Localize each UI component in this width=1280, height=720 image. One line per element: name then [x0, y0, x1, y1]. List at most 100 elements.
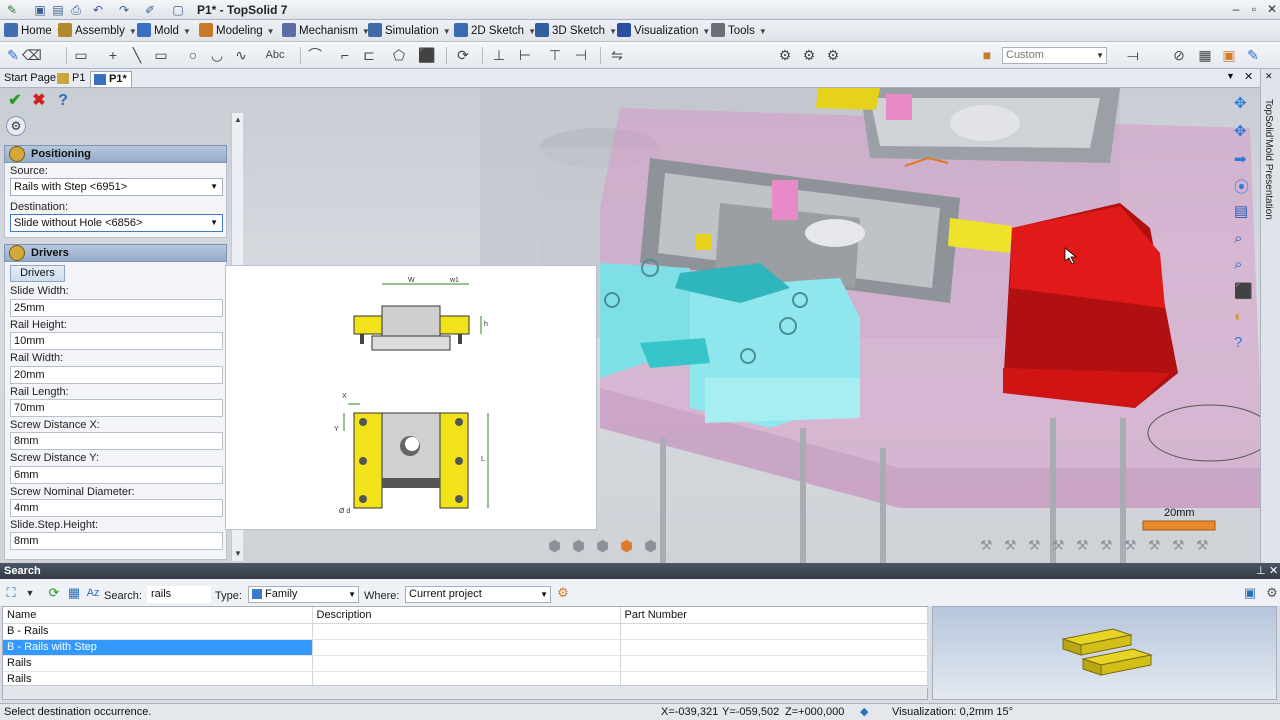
- tab-drivers[interactable]: Drivers: [10, 265, 65, 282]
- driver-field-rail-width[interactable]: 20mm: [10, 366, 223, 384]
- results-horizontal-scrollbar[interactable]: [3, 685, 927, 699]
- mirror-icon[interactable]: ⇋: [608, 46, 626, 64]
- options-wrench-icon[interactable]: ⚙: [6, 116, 26, 136]
- view-tool-1-icon[interactable]: ⚙: [776, 46, 794, 64]
- assembly-tool-10-icon[interactable]: ⚒: [1196, 537, 1209, 554]
- move-icon[interactable]: ➡: [1234, 150, 1247, 168]
- app-logo-icon[interactable]: ✎: [4, 2, 20, 18]
- save-icon[interactable]: ▣: [32, 2, 48, 18]
- fillet-icon[interactable]: ⌒: [306, 46, 324, 64]
- line-icon[interactable]: ╲: [128, 46, 146, 64]
- rotate-icon[interactable]: ⟳: [454, 46, 472, 64]
- table-row[interactable]: B - Rails: [3, 623, 928, 640]
- assembly-tool-7-icon[interactable]: ⚒: [1124, 537, 1137, 554]
- rectangle-icon[interactable]: ▭: [152, 46, 170, 64]
- print-icon[interactable]: ⎙: [68, 2, 84, 18]
- assembly-tool-9-icon[interactable]: ⚒: [1172, 537, 1185, 554]
- snap-icon[interactable]: ⊘: [1170, 46, 1188, 64]
- menu-visualization[interactable]: Visualization ▼: [617, 23, 710, 39]
- zoom-fit-icon[interactable]: ⌕: [1234, 256, 1242, 273]
- highlight-icon[interactable]: ▣: [1220, 46, 1238, 64]
- sort-az-icon[interactable]: Az: [85, 585, 101, 601]
- block-icon[interactable]: ⬛: [418, 46, 436, 64]
- help-question-icon[interactable]: ?: [54, 92, 72, 110]
- menu-home[interactable]: Home▼: [4, 23, 64, 39]
- tab-close-icon[interactable]: ✕: [1244, 70, 1253, 83]
- menu-2d-sketch[interactable]: 2D Sketch ▼: [454, 23, 536, 39]
- assembly-tool-5-icon[interactable]: ⚒: [1076, 537, 1089, 554]
- tab-p1[interactable]: P1: [54, 71, 89, 87]
- search-settings-icon[interactable]: ⚙: [1264, 585, 1280, 601]
- scroll-down-icon[interactable]: ▼: [234, 549, 242, 558]
- view-back-icon[interactable]: ⬢: [644, 537, 657, 555]
- constraint-icon[interactable]: ⊥: [490, 46, 508, 64]
- column-header-part-number[interactable]: Part Number: [620, 607, 928, 624]
- view-iso-icon[interactable]: ⬢: [620, 537, 633, 555]
- save-all-icon[interactable]: ▤: [50, 2, 66, 18]
- search-close-icon[interactable]: ✕: [1269, 563, 1278, 579]
- driver-field-screw-distance-y[interactable]: 6mm: [10, 466, 223, 484]
- ok-icon[interactable]: ✔: [6, 92, 24, 110]
- vertical-icon[interactable]: ⊣: [572, 46, 590, 64]
- spline-icon[interactable]: ∿: [232, 46, 250, 64]
- driver-field-slide-width[interactable]: 25mm: [10, 299, 223, 317]
- explode-icon[interactable]: ⦿: [1234, 176, 1249, 197]
- search-input[interactable]: rails: [147, 586, 211, 603]
- driver-field-screw-distance-x[interactable]: 8mm: [10, 432, 223, 450]
- view-front-icon[interactable]: ⬢: [548, 537, 561, 555]
- pin-icon[interactable]: ⊥: [1256, 563, 1266, 579]
- assembly-tool-3-icon[interactable]: ⚒: [1028, 537, 1041, 554]
- drivers-header[interactable]: Drivers: [4, 244, 227, 262]
- assembly-tool-4-icon[interactable]: ⚒: [1052, 537, 1065, 554]
- pen-tool-icon[interactable]: ✎: [4, 46, 22, 64]
- window-icon[interactable]: ▢: [170, 2, 186, 18]
- redo-icon[interactable]: ↷: [116, 2, 132, 18]
- view-style-select[interactable]: Custom ▼: [1002, 47, 1107, 64]
- column-header-description[interactable]: Description: [312, 607, 621, 624]
- preview-toggle-icon[interactable]: ▣: [1242, 585, 1258, 601]
- assembly-tool-8-icon[interactable]: ⚒: [1148, 537, 1161, 554]
- minimize-icon[interactable]: –: [1228, 1, 1244, 17]
- cube-icon[interactable]: ⬛: [1234, 282, 1253, 300]
- menu-mold[interactable]: Mold ▼: [137, 23, 191, 39]
- menu-modeling[interactable]: Modeling ▼: [199, 23, 275, 39]
- orbit-icon[interactable]: ✥: [1234, 122, 1247, 140]
- grid-icon[interactable]: ▦: [1196, 46, 1214, 64]
- tab-menu-icon[interactable]: ▼: [1226, 71, 1235, 81]
- where-select[interactable]: Current project ▼: [405, 586, 551, 603]
- zoom-icon[interactable]: ⌕: [1234, 230, 1242, 247]
- menu-assembly[interactable]: Assembly ▼: [58, 23, 137, 39]
- column-header-name[interactable]: Name: [3, 607, 313, 624]
- destination-select[interactable]: Slide without Hole <6856> ▼: [10, 214, 223, 232]
- side-panel-label[interactable]: TopSolid'Mold Presentation: [1263, 99, 1274, 220]
- scroll-up-icon[interactable]: ▲: [234, 115, 242, 124]
- horizontal-icon[interactable]: ⊤: [546, 46, 564, 64]
- positioning-header[interactable]: Positioning: [4, 145, 227, 163]
- view-side-icon[interactable]: ⬢: [596, 537, 609, 555]
- close-icon[interactable]: ✕: [1264, 1, 1280, 17]
- undo-icon[interactable]: ↶: [90, 2, 106, 18]
- type-select[interactable]: Family ▼: [248, 586, 359, 603]
- search-scope-dropdown-icon[interactable]: ▼: [22, 585, 38, 601]
- text-icon[interactable]: Abc: [262, 46, 288, 64]
- help-icon[interactable]: ?: [1234, 334, 1242, 351]
- settings-tool-icon[interactable]: ✎: [1244, 46, 1262, 64]
- eraser-icon[interactable]: ⌫: [22, 46, 42, 64]
- source-select[interactable]: Rails with Step <6951> ▼: [10, 178, 223, 196]
- render-style-icon[interactable]: ■: [978, 46, 996, 64]
- assembly-tool-1-icon[interactable]: ⚒: [980, 537, 993, 554]
- pen-icon[interactable]: ✐: [142, 2, 158, 18]
- refresh-icon[interactable]: ⟳: [46, 585, 62, 601]
- tab-start-page[interactable]: Start Page: [0, 71, 60, 87]
- arc-icon[interactable]: ◡: [208, 46, 226, 64]
- maximize-icon[interactable]: ▫: [1246, 1, 1262, 17]
- point-icon[interactable]: +: [104, 46, 122, 64]
- assembly-tool-6-icon[interactable]: ⚒: [1100, 537, 1113, 554]
- chamfer-icon[interactable]: ⌐: [336, 46, 354, 64]
- driver-field-rail-height[interactable]: 10mm: [10, 332, 223, 350]
- assembly-tool-2-icon[interactable]: ⚒: [1004, 537, 1017, 554]
- list-view-icon[interactable]: ▦: [66, 585, 82, 601]
- driver-field-rail-length[interactable]: 70mm: [10, 399, 223, 417]
- menu-tools[interactable]: Tools ▼: [711, 23, 767, 39]
- tab-p1-modified[interactable]: P1*: [90, 71, 132, 87]
